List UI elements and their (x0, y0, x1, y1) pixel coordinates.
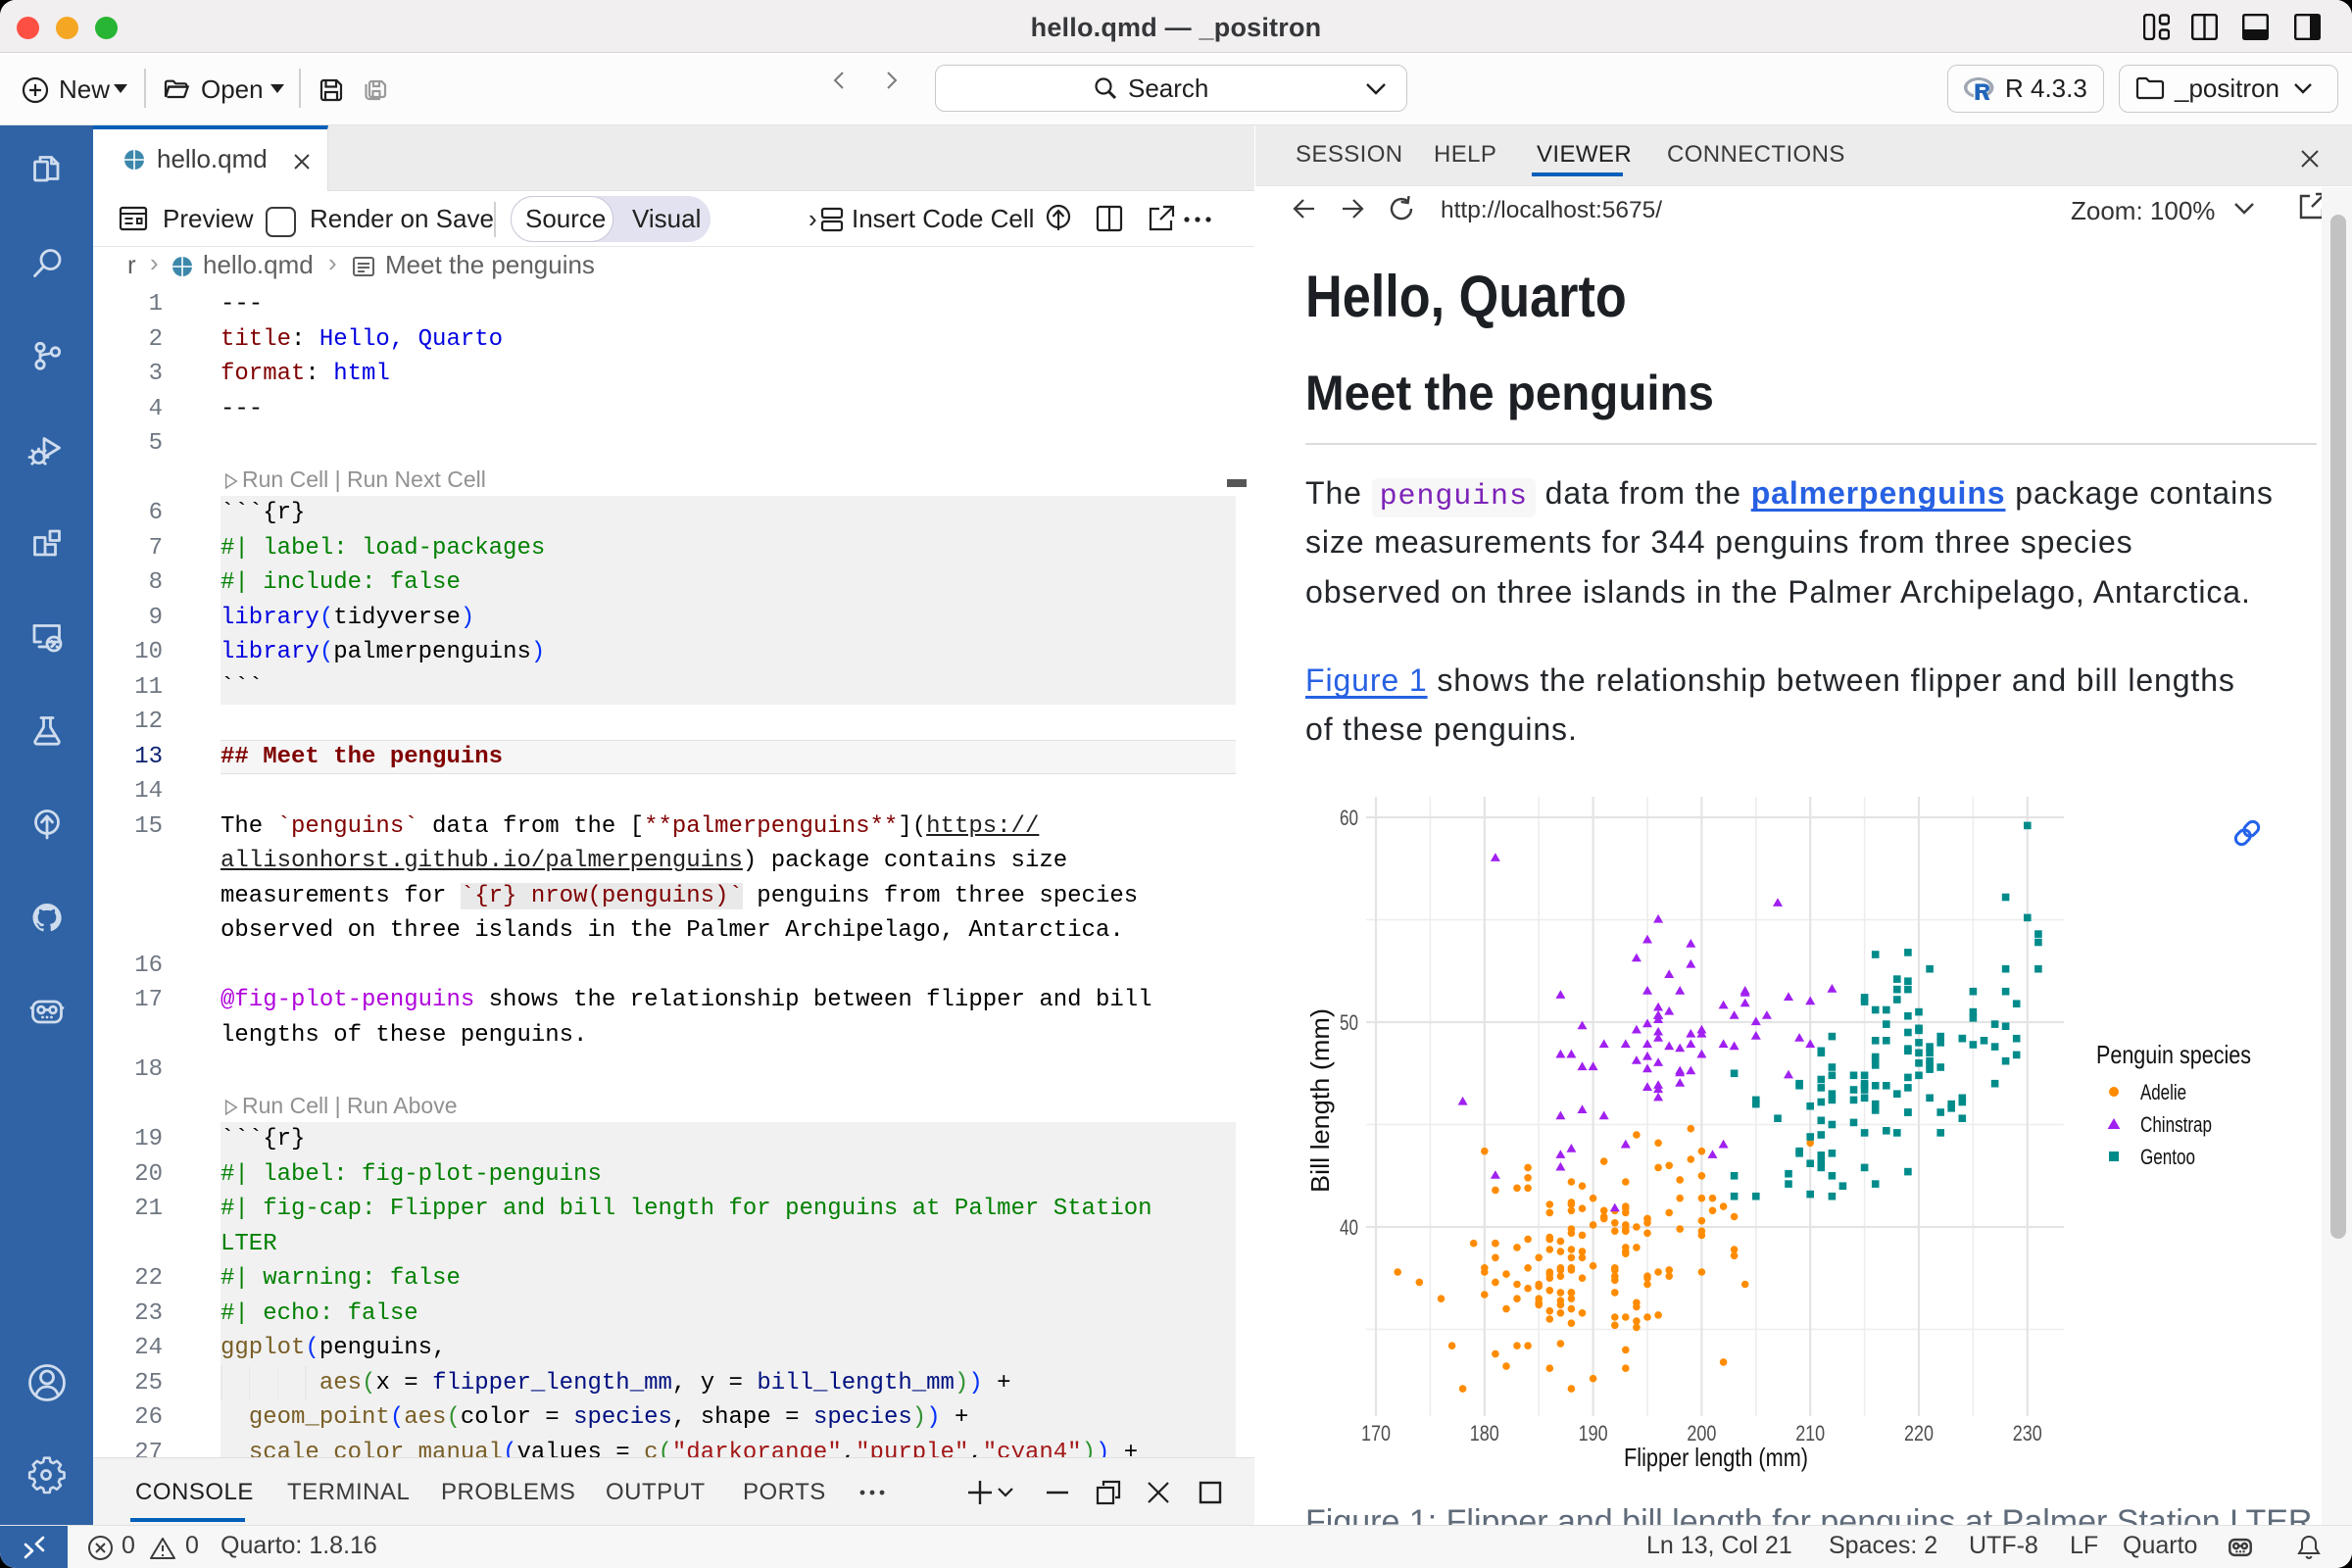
svg-text:50: 50 (1340, 1010, 1358, 1035)
svg-text:190: 190 (1579, 1421, 1608, 1446)
svg-text:40: 40 (1340, 1215, 1358, 1240)
svg-text:Gentoo: Gentoo (2140, 1145, 2195, 1169)
svg-text:170: 170 (1361, 1421, 1391, 1446)
svg-text:Adelie: Adelie (2140, 1080, 2186, 1104)
svg-text:Penguin species: Penguin species (2096, 1040, 2251, 1069)
svg-text:230: 230 (2013, 1421, 2042, 1446)
svg-text:Bill length (mm): Bill length (mm) (1305, 1008, 1335, 1193)
svg-text:Chinstrap: Chinstrap (2140, 1112, 2212, 1137)
svg-text:220: 220 (1904, 1421, 1934, 1446)
svg-text:180: 180 (1470, 1421, 1499, 1446)
svg-text:60: 60 (1340, 806, 1358, 830)
svg-text:Flipper length (mm): Flipper length (mm) (1624, 1443, 1808, 1472)
